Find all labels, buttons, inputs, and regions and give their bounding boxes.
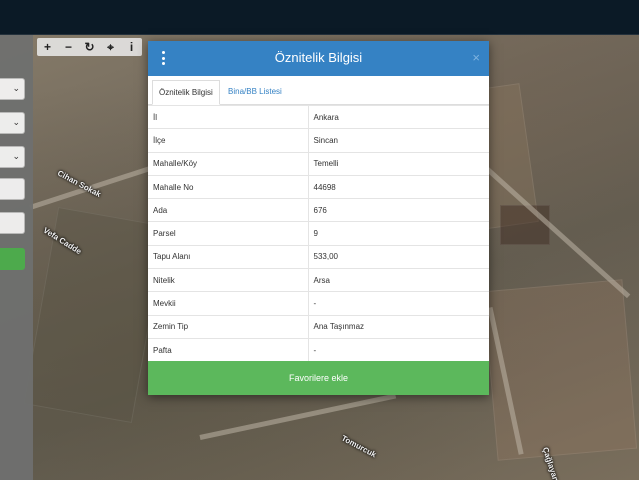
refresh-button[interactable]: ↻ <box>79 38 100 56</box>
attribute-key: Mahalle/Köy <box>148 151 309 176</box>
modal-tabs: Öznitelik Bilgisi Bina/BB Listesi <box>148 76 489 105</box>
map-street-label: Tomurcuk <box>339 433 378 460</box>
locate-button[interactable]: ⌖ <box>100 38 121 56</box>
info-button[interactable]: i <box>121 38 142 56</box>
table-row: Mahalle No 44698 <box>148 174 489 199</box>
table-row: Nitelik Arsa <box>148 268 489 292</box>
zoom-out-button[interactable]: − <box>58 38 79 56</box>
attribute-key: Mahalle No <box>148 174 309 199</box>
attribute-key: İlçe <box>148 128 309 153</box>
tab-attribute-info[interactable]: Öznitelik Bilgisi <box>152 80 220 105</box>
attribute-key: Mevkii <box>148 291 309 316</box>
attribute-value: 44698 <box>308 174 489 199</box>
attribute-value: - <box>308 337 489 362</box>
ilce-select[interactable]: ⌄ <box>0 112 25 134</box>
attribute-value: Temelli <box>308 151 489 176</box>
table-row: Ada 676 <box>148 198 489 222</box>
attribute-value: 676 <box>308 198 489 222</box>
close-icon[interactable]: × <box>472 50 480 65</box>
left-search-panel: ⌄ ⌄ ⌄ <box>0 35 33 480</box>
attribute-value: - <box>308 291 489 316</box>
parsel-input[interactable] <box>0 212 25 234</box>
top-navigation-bar <box>0 0 639 35</box>
table-row: Tapu Alanı 533,00 <box>148 244 489 269</box>
table-row: Pafta - <box>148 337 489 362</box>
table-row: İl Ankara <box>148 104 489 129</box>
map-toolbar: + − ↻ ⌖ i <box>37 38 142 56</box>
attribute-key: Nitelik <box>148 268 309 292</box>
attribute-key: Zemin Tip <box>148 314 309 339</box>
attribute-value: Ankara <box>308 104 489 129</box>
attribute-table: İl Ankara İlçe Sincan Mahalle/Köy Temelli Maha… <box>148 104 489 362</box>
chevron-down-icon: ⌄ <box>12 83 20 93</box>
modal-header: Öznitelik Bilgisi × <box>148 41 489 76</box>
attribute-key: Ada <box>148 198 309 222</box>
table-row: Parsel 9 <box>148 221 489 246</box>
map-field <box>23 206 167 424</box>
attribute-info-modal: Öznitelik Bilgisi × Öznitelik Bilgisi Bi… <box>148 41 489 395</box>
table-row: Mahalle/Köy Temelli <box>148 151 489 176</box>
table-row: Mevkii - <box>148 291 489 316</box>
attribute-value: 9 <box>308 221 489 246</box>
tab-building-list[interactable]: Bina/BB Listesi <box>222 80 288 105</box>
ada-input[interactable] <box>0 178 25 200</box>
map-field <box>500 205 550 245</box>
il-select[interactable]: ⌄ <box>0 78 25 100</box>
attribute-value: 533,00 <box>308 244 489 269</box>
chevron-down-icon: ⌄ <box>12 117 20 127</box>
attribute-value: Sincan <box>308 128 489 153</box>
chevron-down-icon: ⌄ <box>12 151 20 161</box>
table-row: İlçe Sincan <box>148 128 489 153</box>
attribute-key: İl <box>148 104 309 129</box>
add-to-favorites-button[interactable]: Favorilere ekle <box>148 361 489 395</box>
map-road <box>199 393 397 440</box>
zoom-in-button[interactable]: + <box>37 38 58 56</box>
attribute-key: Pafta <box>148 337 309 362</box>
table-row: Zemin Tip Ana Taşınmaz <box>148 314 489 339</box>
search-button[interactable] <box>0 248 25 270</box>
modal-title: Öznitelik Bilgisi <box>274 50 363 65</box>
attribute-key: Parsel <box>148 221 309 246</box>
mahalle-select[interactable]: ⌄ <box>0 146 25 168</box>
attribute-value: Arsa <box>308 268 489 292</box>
attribute-value: Ana Taşınmaz <box>308 314 489 339</box>
attribute-key: Tapu Alanı <box>148 244 309 269</box>
